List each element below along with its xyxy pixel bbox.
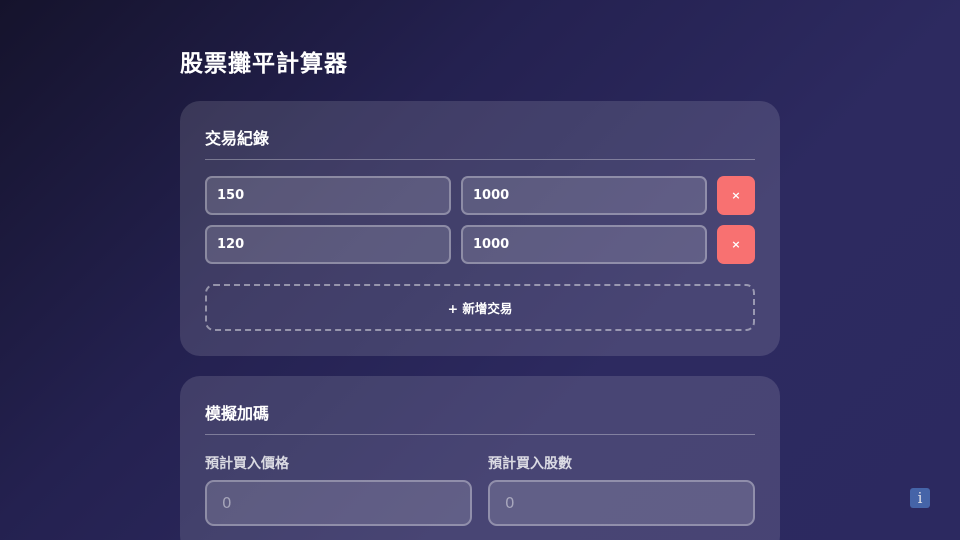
simulate-card: 模擬加碼 預計買入價格 預計買入股數	[180, 376, 780, 540]
page-title: 股票攤平計算器	[180, 51, 348, 77]
price-input[interactable]	[205, 176, 451, 215]
transaction-records-card: 交易紀錄 × × + 新增交易	[180, 101, 780, 356]
shares-input[interactable]	[461, 176, 707, 215]
transaction-row: ×	[205, 176, 755, 215]
buy-price-input[interactable]	[205, 480, 472, 526]
buy-shares-input[interactable]	[488, 480, 755, 526]
buy-price-label: 預計買入價格	[205, 456, 289, 472]
price-input[interactable]	[205, 225, 451, 264]
delete-row-button[interactable]: ×	[717, 225, 755, 264]
buy-shares-label: 預計買入股數	[488, 456, 572, 472]
add-transaction-button[interactable]: + 新增交易	[205, 284, 755, 331]
shares-input[interactable]	[461, 225, 707, 264]
simulate-card-title: 模擬加碼	[205, 376, 755, 435]
delete-row-button[interactable]: ×	[717, 176, 755, 215]
info-icon[interactable]: i	[910, 488, 930, 508]
transaction-row: ×	[205, 225, 755, 264]
records-card-title: 交易紀錄	[205, 101, 755, 160]
